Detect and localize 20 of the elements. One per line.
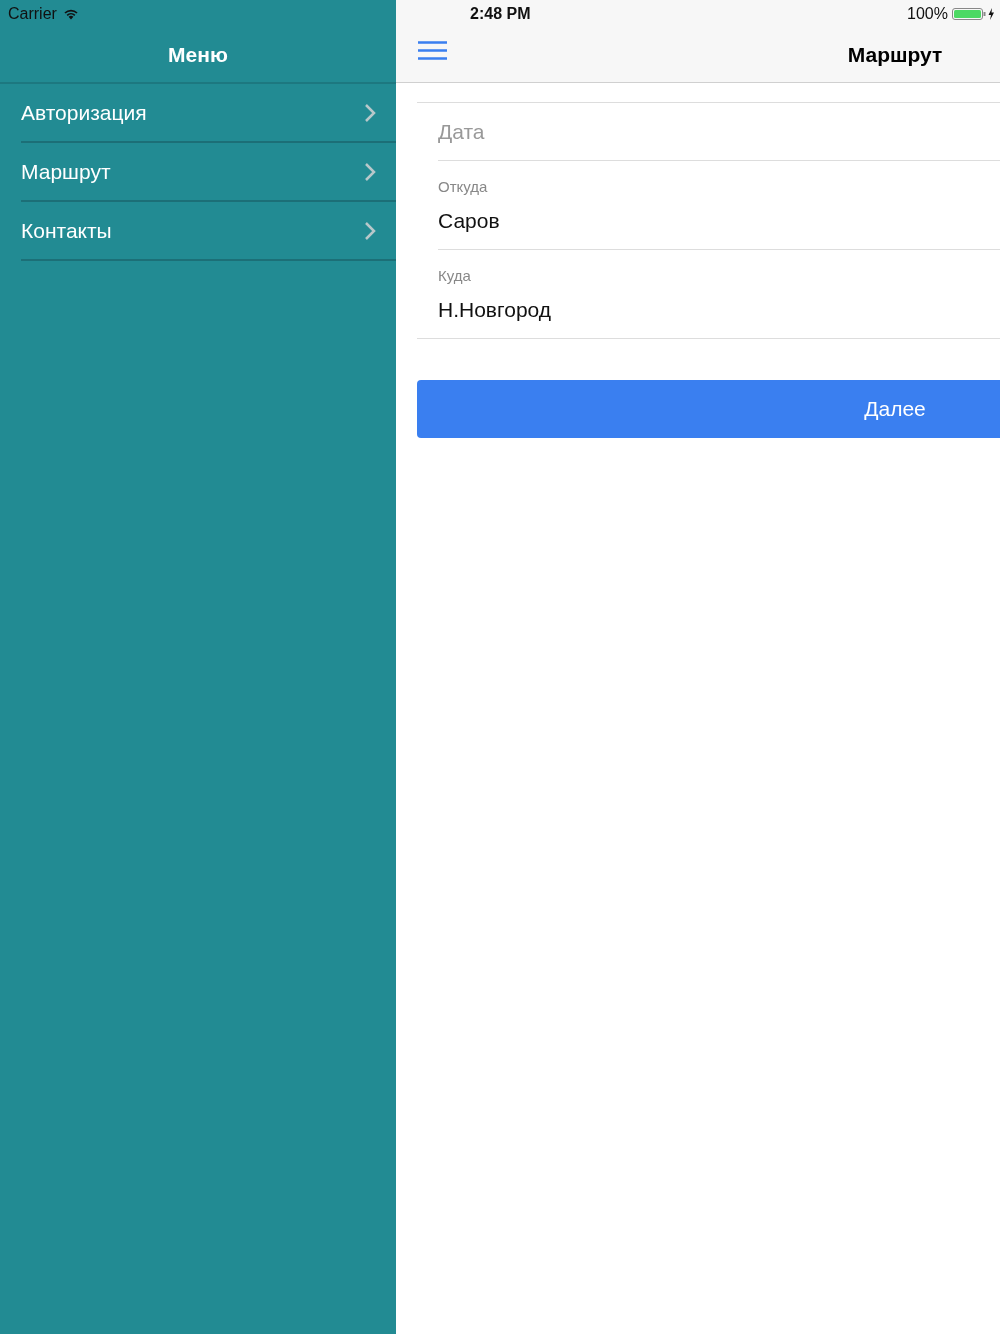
menu-item-label: Маршрут [21, 159, 111, 184]
next-button[interactable]: Далее [417, 380, 1000, 438]
battery-icon [951, 6, 996, 21]
chevron-icon [364, 161, 376, 182]
menu-icon[interactable] [418, 41, 447, 60]
chevron-icon [364, 102, 376, 123]
clock-time: 2:48 PM [470, 4, 531, 23]
carrier-label: Carrier [8, 4, 57, 23]
menu-title: Меню [168, 42, 228, 67]
date-field[interactable]: Дата [438, 119, 838, 144]
field-label: Куда [438, 266, 472, 284]
menu-item-label: Авторизация [21, 100, 147, 125]
field-label: Откуда [438, 177, 489, 195]
screen-title: Маршрут [847, 42, 943, 67]
menu-item-label: Контакты [21, 218, 112, 243]
battery-percent: 100% [907, 4, 948, 23]
wifi-icon [62, 7, 79, 20]
chevron-icon [364, 220, 376, 241]
input-field[interactable]: Саров [438, 208, 838, 233]
input-field[interactable]: Н.Новгород [438, 297, 838, 322]
